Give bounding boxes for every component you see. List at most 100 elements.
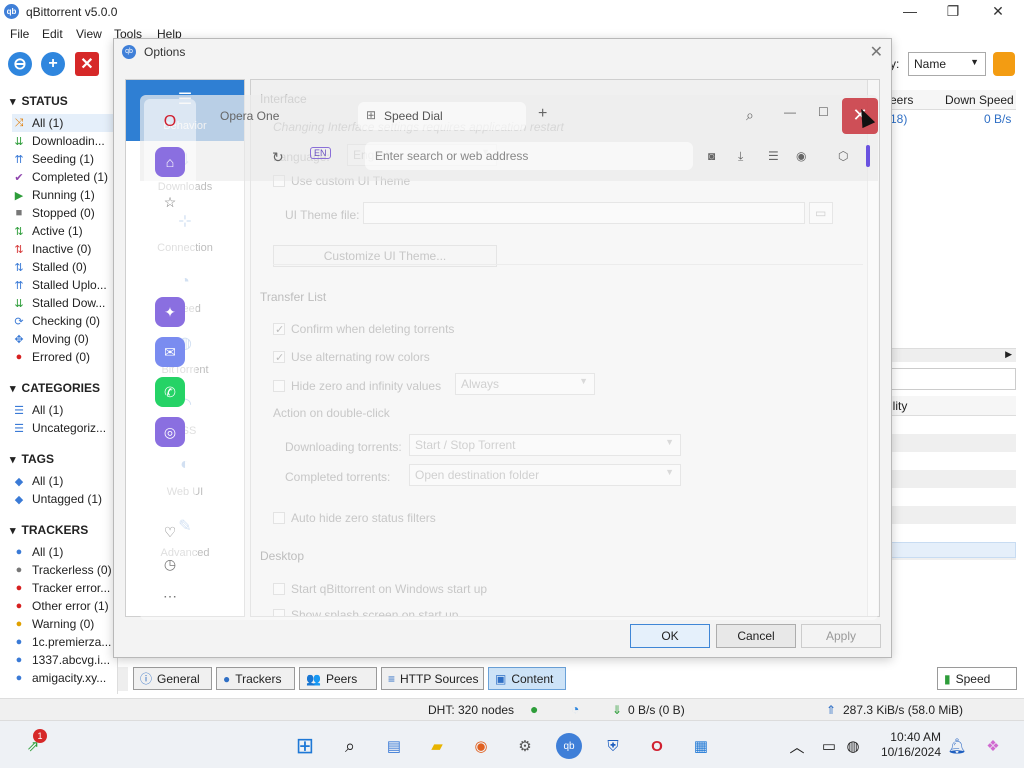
notepad-icon[interactable]: ▤ [381,733,407,759]
tracker-filter-item[interactable]: ● All (1) [12,543,116,561]
tab-content[interactable]: ▣ Content [488,667,566,690]
dialog-close-button[interactable]: ✕ [870,42,883,62]
cancel-button[interactable]: Cancel [716,624,796,648]
category-item-all[interactable]: ☰ All (1) [12,401,116,419]
qbittorrent-taskbar-icon[interactable]: qb [556,733,582,759]
ok-button[interactable]: OK [630,624,710,648]
status-filter-item[interactable]: ⤨ All (1) [12,114,116,132]
status-filter-item[interactable]: ⇈ Stalled Uplo... [12,276,116,294]
opera-tab-opera-one[interactable]: Opera One [220,109,279,123]
speed-dial-sidebar-icon[interactable]: ☆ [155,187,185,217]
opera-tab-speed-dial[interactable]: ⊞ Speed Dial [358,102,526,130]
tracker-filter-item[interactable]: ● amigacity.xy... [12,669,116,687]
close-window-button[interactable]: ✕ [983,3,1013,21]
search-tabs-icon[interactable]: ⌕ [746,107,754,124]
speed-limit-icon[interactable]: ◔ [571,701,579,717]
upload-speed-value[interactable]: 287.3 KiB/s (58.0 MiB) [843,703,963,717]
task-manager-icon[interactable]: ▦ [688,733,714,759]
trackers-section-header[interactable]: TRACKERS [10,523,89,537]
column-peers-header[interactable]: eers [890,93,913,107]
column-down-speed-header[interactable]: Down Speed [945,93,1014,107]
tab-peers[interactable]: 👥 Peers [299,667,377,690]
menu-file[interactable]: File [10,27,29,41]
tab-general[interactable]: ⓘ General [133,667,212,690]
tracker-filter-item[interactable]: ● Other error (1) [12,597,116,615]
favorites-icon[interactable]: ♡ [155,517,185,547]
extensions-icon[interactable]: ⬡ [838,149,848,163]
defender-shield-icon[interactable]: ⛨ [600,733,626,759]
sidebar-toggle-icon[interactable] [866,145,870,167]
tracker-filter-item[interactable]: ● 1337.abcvg.i... [12,651,116,669]
firefox-icon[interactable]: ◉ [468,733,494,759]
delete-torrent-button[interactable]: ✕ [75,52,99,76]
volume-icon[interactable]: ◍ [840,733,866,759]
whatsapp-icon[interactable]: ✆ [155,377,185,407]
menu-icon[interactable]: ☰ [768,149,779,163]
content-row[interactable] [888,470,1016,488]
instagram-icon[interactable]: ◎ [155,417,185,447]
search-icon[interactable]: ⌕ [337,733,363,759]
status-filter-item[interactable]: ⟳ Checking (0) [12,312,116,330]
file-explorer-icon[interactable]: ▰ [424,733,450,759]
status-filter-item[interactable]: ⇈ Seeding (1) [12,150,116,168]
status-filter-item[interactable]: ✥ Moving (0) [12,330,116,348]
new-tab-button[interactable]: + [538,105,547,123]
opera-ai-icon[interactable]: ✦ [155,297,185,327]
content-row[interactable] [888,434,1016,452]
tag-item-untagged[interactable]: ◆ Untagged (1) [12,490,116,508]
opera-taskbar-icon[interactable]: O [644,733,670,759]
camera-icon[interactable]: ◙ [708,149,715,163]
history-icon[interactable]: ◷ [155,549,185,579]
reload-icon[interactable]: ↻ [272,149,284,166]
notification-bell-icon[interactable]: 🔔︎ [944,733,970,759]
horizontal-scrollbar[interactable]: ▶ [888,348,1016,362]
apply-button[interactable]: Apply [801,624,881,648]
maximize-button[interactable]: ❐ [938,3,968,21]
tray-chevron-icon[interactable]: ︿ [784,733,810,759]
tags-section-header[interactable]: TAGS [10,452,54,466]
content-filter-input[interactable] [888,368,1016,390]
status-filter-item[interactable]: ⇊ Downloadin... [12,132,116,150]
opera-maximize-button[interactable]: ☐ [818,105,829,119]
system-clock[interactable]: 10:40 AM 10/16/2024 [881,730,941,760]
content-row-selected[interactable] [888,542,1016,558]
status-filter-item[interactable]: ⇅ Inactive (0) [12,240,116,258]
add-link-button[interactable]: ⊖ [8,52,32,76]
menu-view[interactable]: View [76,27,102,41]
network-icon[interactable]: ▭ [816,733,842,759]
copilot-icon[interactable]: ❖ [980,733,1006,759]
opera-address-bar[interactable]: EN Enter search or web address [310,142,693,170]
opera-logo-icon[interactable]: O [155,107,185,137]
speed-graph-button[interactable]: ▮ Speed [937,667,1017,690]
scroll-arrow-down[interactable] [118,667,128,691]
content-row[interactable] [888,506,1016,524]
status-filter-item[interactable]: ■ Stopped (0) [12,204,116,222]
aria-icon[interactable]: ⌂ [155,147,185,177]
status-filter-item[interactable]: ● Errored (0) [12,348,116,366]
tag-item-all[interactable]: ◆ All (1) [12,472,116,490]
categories-section-header[interactable]: CATEGORIES [10,381,100,395]
start-button-icon[interactable]: ⊞ [292,733,318,759]
status-filter-item[interactable]: ▶ Running (1) [12,186,116,204]
minimize-button[interactable]: — [895,3,925,21]
connection-status-icon[interactable]: ● [530,701,538,717]
tracker-filter-item[interactable]: ● 1c.premierza... [12,633,116,651]
status-section-header[interactable]: STATUS [10,94,68,108]
tracker-filter-item[interactable]: ● Tracker error... [12,579,116,597]
more-icon[interactable]: ⋯ [155,581,185,611]
add-torrent-button[interactable]: + [41,52,65,76]
tracker-filter-item[interactable]: ● Trackerless (0) [12,561,116,579]
lock-icon[interactable] [993,52,1015,76]
download-speed-value[interactable]: 0 B/s (0 B) [628,703,685,717]
torrent-row[interactable]: 18) 0 B/s [888,110,1016,128]
menu-edit[interactable]: Edit [42,27,63,41]
sort-select[interactable]: Name ▼ [908,52,986,76]
settings-gear-icon[interactable]: ⚙ [512,733,538,759]
status-filter-item[interactable]: ⇅ Active (1) [12,222,116,240]
column-availability-header[interactable]: ility [890,399,907,413]
tab-http-sources[interactable]: ≡ HTTP Sources [381,667,484,690]
status-filter-item[interactable]: ✔ Completed (1) [12,168,116,186]
opera-minimize-button[interactable]: — [784,105,796,119]
status-filter-item[interactable]: ⇅ Stalled (0) [12,258,116,276]
category-item-uncategorized[interactable]: ☰ Uncategoriz... [12,419,116,437]
